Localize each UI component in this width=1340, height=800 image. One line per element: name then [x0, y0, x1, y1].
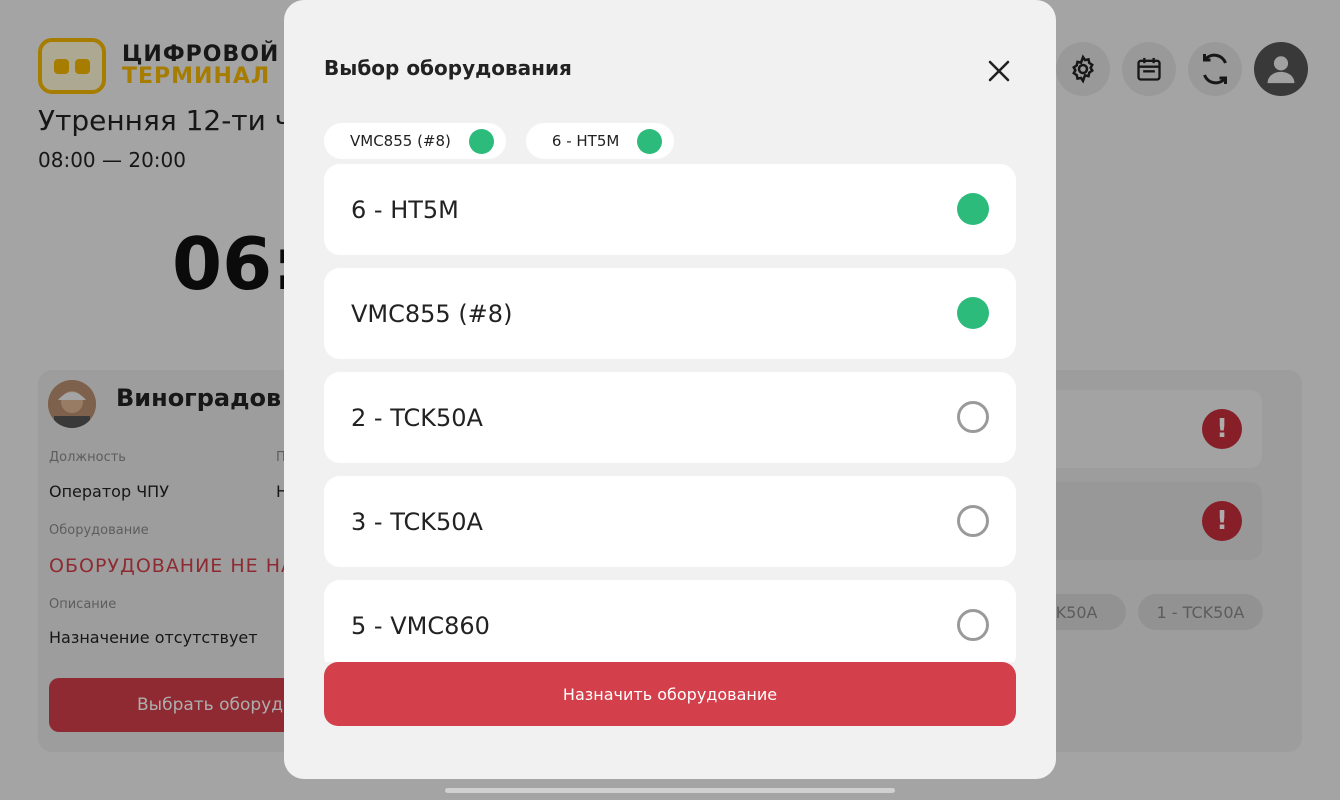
chip-label: VMC855 (#8) [350, 132, 451, 150]
radio-unchecked-icon[interactable] [957, 609, 989, 641]
equipment-option-label: 3 - TCK50A [351, 507, 483, 536]
radio-checked-icon[interactable] [957, 193, 989, 225]
equipment-option[interactable]: VMC855 (#8) [324, 268, 1016, 359]
equipment-option[interactable]: 3 - TCK50A [324, 476, 1016, 567]
assign-equipment-button[interactable]: Назначить оборудование [324, 662, 1016, 726]
close-button[interactable] [984, 56, 1014, 86]
selected-dot-icon [637, 128, 663, 154]
radio-checked-icon[interactable] [957, 297, 989, 329]
equipment-option-label: VMC855 (#8) [351, 299, 513, 328]
equipment-option-label: 6 - HT5M [351, 195, 459, 224]
radio-unchecked-icon[interactable] [957, 505, 989, 537]
equipment-option-label: 2 - TCK50A [351, 403, 483, 432]
modal-title: Выбор оборудования [324, 56, 572, 80]
equipment-option[interactable]: 5 - VMC860 [324, 580, 1016, 662]
equipment-list[interactable]: 6 - HT5M VMC855 (#8) 2 - TCK50A 3 - TCK5… [324, 164, 1016, 662]
radio-unchecked-icon[interactable] [957, 401, 989, 433]
selected-dot-icon [468, 128, 494, 154]
selected-chip[interactable]: VMC855 (#8) [324, 123, 506, 159]
selected-chips: VMC855 (#8) 6 - HT5M [324, 123, 675, 159]
equipment-option[interactable]: 6 - HT5M [324, 164, 1016, 255]
chip-label: 6 - HT5M [551, 132, 620, 150]
selected-chip[interactable]: 6 - HT5M [525, 123, 675, 159]
equipment-select-modal: Выбор оборудования VMC855 (#8) 6 - HT5M … [284, 0, 1056, 779]
home-indicator[interactable] [445, 788, 895, 793]
equipment-option[interactable]: 2 - TCK50A [324, 372, 1016, 463]
close-icon [988, 60, 1010, 82]
equipment-option-label: 5 - VMC860 [351, 611, 490, 640]
